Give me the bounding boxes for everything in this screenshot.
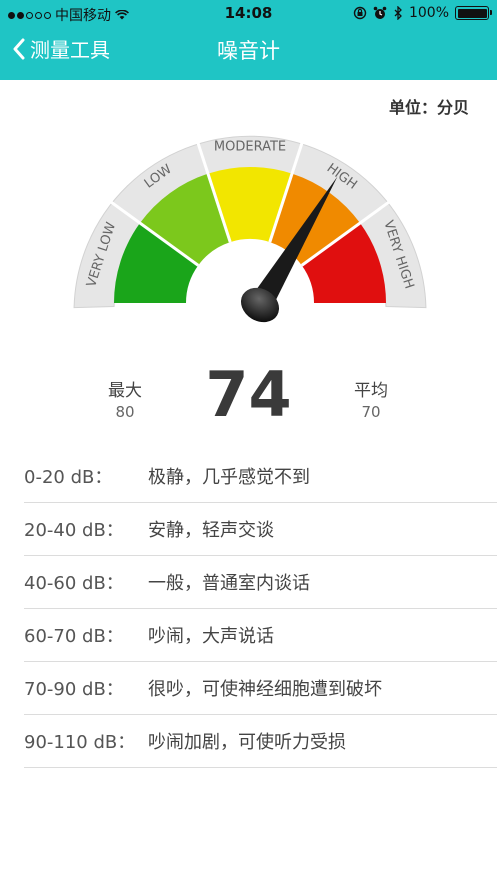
legend-description: 吵闹，大声说话 — [148, 626, 274, 647]
legend-description: 极静，几乎感觉不到 — [148, 467, 310, 488]
avg-value: 70 — [361, 403, 381, 421]
noise-level-legend: 0-20 dB： 极静，几乎感觉不到 20-40 dB： 安静，轻声交谈 40-60 d… — [24, 450, 497, 768]
status-right: 100% — [353, 5, 492, 21]
legend-row: 40-60 dB： 一般，普通室内谈话 — [24, 556, 497, 609]
legend-range: 40-60 dB： — [24, 573, 124, 594]
stats-panel: 最大 80 74 平均 70 — [0, 358, 497, 438]
nav-bar: 测量工具 噪音计 — [0, 28, 497, 72]
legend-description: 吵闹加剧，可使听力受损 — [148, 732, 346, 753]
page-title: 噪音计 — [217, 39, 280, 63]
avg-stat: 平均 70 — [342, 376, 400, 421]
rotation-lock-icon — [353, 6, 367, 20]
alarm-icon — [373, 6, 387, 19]
legend-range: 70-90 dB： — [24, 679, 124, 700]
avg-label: 平均 — [354, 381, 388, 401]
legend-range: 90-110 dB： — [24, 732, 136, 753]
legend-row: 20-40 dB： 安静，轻声交谈 — [24, 503, 497, 556]
legend-description: 很吵，可使神经细胞遭到破坏 — [148, 679, 382, 700]
battery-icon — [455, 6, 492, 20]
bluetooth-icon — [394, 6, 402, 20]
legend-description: 安静，轻声交谈 — [148, 520, 274, 541]
header: 中国移动 14:08 100% 测量工具 噪音计 — [0, 0, 497, 80]
unit-label: 单位：分贝 — [388, 98, 469, 117]
legend-description: 一般，普通室内谈话 — [148, 573, 310, 594]
legend-row: 0-20 dB： 极静，几乎感觉不到 — [24, 450, 497, 503]
legend-row: 70-90 dB： 很吵，可使神经细胞遭到破坏 — [24, 662, 497, 715]
gauge-segment-label: MODERATE — [214, 140, 286, 155]
noise-gauge: VERY LOWLOWMODERATEHIGHVERY HIGH — [73, 135, 427, 323]
status-bar: 中国移动 14:08 100% — [0, 0, 497, 26]
legend-range: 20-40 dB： — [24, 520, 124, 541]
legend-range: 60-70 dB： — [24, 626, 124, 647]
legend-row: 90-110 dB： 吵闹加剧，可使听力受损 — [24, 715, 497, 768]
legend-row: 60-70 dB： 吵闹，大声说话 — [24, 609, 497, 662]
battery-percent: 100% — [408, 5, 449, 21]
battery-fill — [457, 8, 487, 18]
legend-range: 0-20 dB： — [24, 467, 113, 488]
current-db-value: 74 — [205, 358, 292, 431]
gauge-segments — [73, 135, 427, 309]
